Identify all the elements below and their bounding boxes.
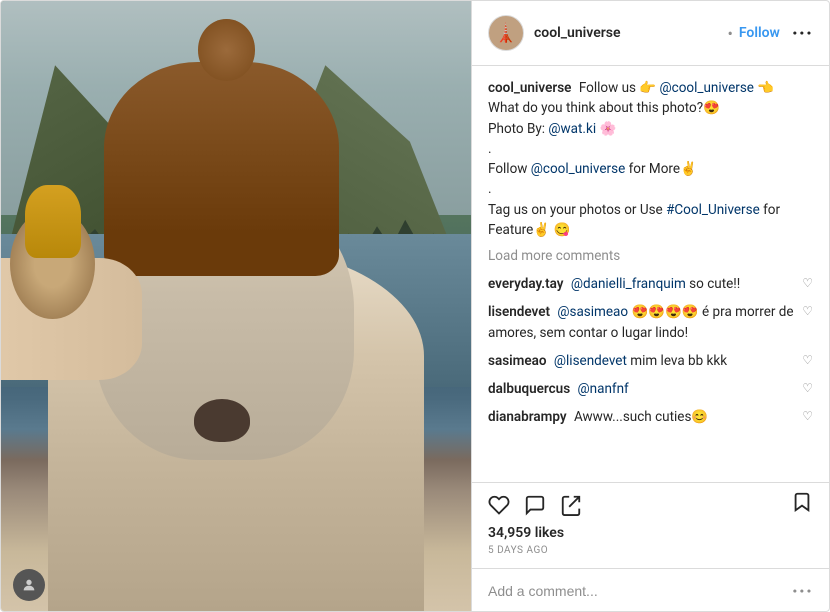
likes-count: 34,959 likes bbox=[488, 525, 813, 541]
comment-content: lisendevet @sasimeao 😍😍😍😍 é pra morrer d… bbox=[488, 302, 794, 343]
heart-icon bbox=[488, 494, 510, 516]
comment-content: dianabrampy Awww...such cuties😊 bbox=[488, 407, 794, 427]
comment-text: @lisendevet mim leva bb kkk bbox=[554, 353, 727, 369]
follow-button[interactable]: Follow bbox=[739, 25, 780, 41]
mention-lisendevet[interactable]: @lisendevet bbox=[554, 353, 627, 369]
comment-icon bbox=[524, 494, 546, 516]
scene-dog-nose bbox=[194, 399, 250, 442]
mention-sasimeao-1[interactable]: @sasimeao bbox=[557, 304, 628, 320]
comment-heart-icon[interactable]: ♡ bbox=[802, 276, 813, 290]
scene-hat bbox=[104, 62, 339, 276]
mention-nanfnf[interactable]: @nanfnf bbox=[578, 381, 629, 397]
action-icons-row bbox=[488, 491, 813, 519]
mention-danielli[interactable]: @danielli_franquim bbox=[571, 276, 686, 292]
comment-username[interactable]: lisendevet bbox=[488, 304, 550, 320]
comment-text: @nanfnf bbox=[578, 381, 629, 397]
comment-content: sasimeao @lisendevet mim leva bb kkk bbox=[488, 351, 794, 371]
comment-text: Awww...such cuties😊 bbox=[574, 409, 708, 425]
comment-row: sasimeao @lisendevet mim leva bb kkk ♡ bbox=[488, 351, 813, 371]
post-timestamp: 5 DAYS AGO bbox=[488, 545, 813, 556]
image-placeholder bbox=[1, 1, 471, 612]
comments-section: cool_universe Follow us 👉 @cool_universe… bbox=[472, 66, 829, 482]
caption-username[interactable]: cool_universe bbox=[488, 80, 571, 96]
share-icon bbox=[560, 494, 582, 516]
avatar[interactable]: 🗼 bbox=[488, 15, 524, 51]
mention-cool-universe-1[interactable]: @cool_universe bbox=[660, 80, 754, 96]
bookmark-button[interactable] bbox=[791, 491, 813, 519]
comment-text: @danielli_franquim so cute!! bbox=[571, 276, 740, 292]
avatar-icon: 🗼 bbox=[495, 23, 517, 44]
comment-row: everyday.tay @danielli_franquim so cute!… bbox=[488, 274, 813, 294]
current-user-avatar[interactable] bbox=[13, 569, 45, 601]
scene-hat-pom bbox=[198, 19, 254, 80]
comment-username[interactable]: sasimeao bbox=[488, 353, 547, 369]
emoji-picker-button[interactable]: ··· bbox=[792, 579, 813, 603]
bookmark-icon bbox=[791, 491, 813, 513]
comment-heart-icon[interactable]: ♡ bbox=[802, 409, 813, 423]
comment-username[interactable]: dalbuquercus bbox=[488, 381, 570, 397]
add-comment-row: ··· bbox=[472, 568, 829, 612]
comment-button[interactable] bbox=[524, 494, 546, 516]
comment-content: dalbuquercus @nanfnf bbox=[488, 379, 794, 399]
comment-row: dalbuquercus @nanfnf ♡ bbox=[488, 379, 813, 399]
caption-content: cool_universe Follow us 👉 @cool_universe… bbox=[488, 78, 813, 240]
comment-row: dianabrampy Awww...such cuties😊 ♡ bbox=[488, 407, 813, 427]
comment-row: lisendevet @sasimeao 😍😍😍😍 é pra morrer d… bbox=[488, 302, 813, 343]
mention-watki[interactable]: @wat.ki bbox=[548, 121, 596, 137]
mention-cool-universe-2[interactable]: @cool_universe bbox=[531, 161, 625, 177]
post-info-panel: 🗼 cool_universe • Follow ··· cool_univer… bbox=[471, 1, 829, 612]
load-more-comments[interactable]: Load more comments bbox=[488, 248, 813, 264]
header-dot: • bbox=[727, 24, 732, 43]
comment-heart-icon[interactable]: ♡ bbox=[802, 381, 813, 395]
post-header: 🗼 cool_universe • Follow ··· bbox=[472, 1, 829, 66]
comment-heart-icon[interactable]: ♡ bbox=[802, 353, 813, 367]
caption-text: Follow us 👉 @cool_universe 👈What do you … bbox=[488, 80, 780, 238]
comment-content: everyday.tay @danielli_franquim so cute!… bbox=[488, 274, 794, 294]
comment-username[interactable]: everyday.tay bbox=[488, 276, 564, 292]
more-options-button[interactable]: ··· bbox=[792, 21, 813, 45]
user-icon bbox=[21, 577, 37, 593]
add-comment-input[interactable] bbox=[488, 583, 792, 599]
post-container: 🗼 cool_universe • Follow ··· cool_univer… bbox=[0, 0, 830, 612]
share-button[interactable] bbox=[560, 494, 582, 516]
hashtag-cool-universe[interactable]: #Cool_Universe bbox=[666, 202, 760, 218]
post-image bbox=[1, 1, 471, 612]
scene-hedgehog-hat bbox=[25, 185, 81, 258]
header-username[interactable]: cool_universe bbox=[534, 25, 721, 41]
post-actions: 34,959 likes 5 DAYS AGO bbox=[472, 482, 829, 568]
comment-heart-icon[interactable]: ♡ bbox=[802, 304, 813, 318]
like-button[interactable] bbox=[488, 494, 510, 516]
comment-username[interactable]: dianabrampy bbox=[488, 409, 567, 425]
caption-row: cool_universe Follow us 👉 @cool_universe… bbox=[488, 78, 813, 240]
